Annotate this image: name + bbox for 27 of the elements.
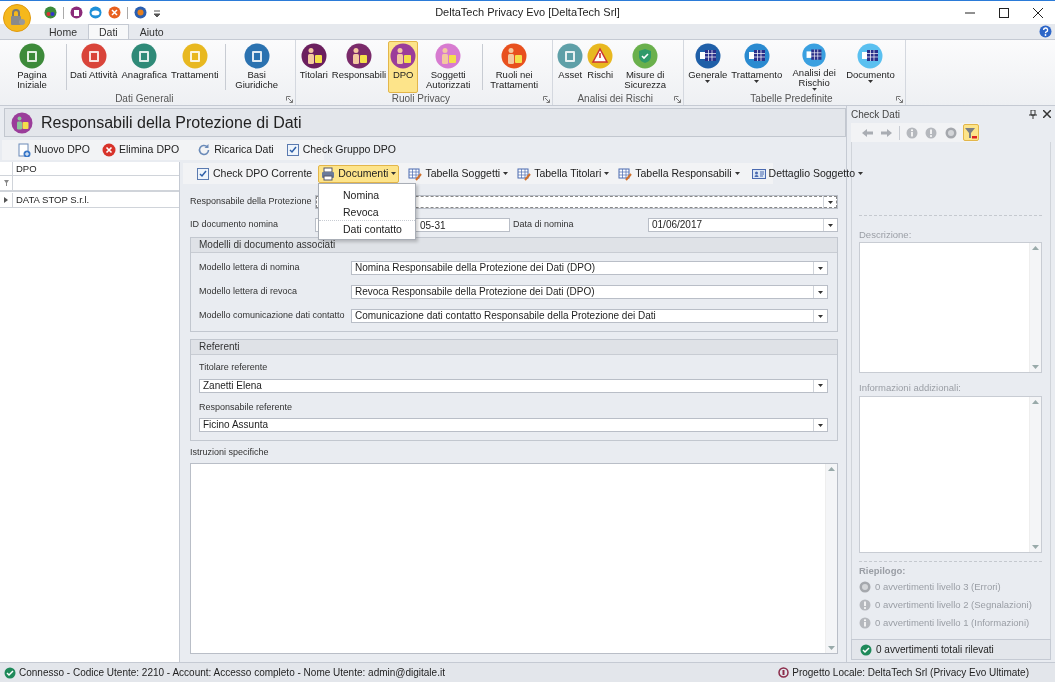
page-title: Responsabili della Protezione di Dati bbox=[41, 112, 302, 133]
group-label: Analisi dei Rischi bbox=[576, 93, 654, 105]
field-label: Responsabile della Protezione bbox=[190, 195, 313, 209]
field-label: Data di nomina bbox=[512, 218, 575, 232]
field-label: Modello lettera di nomina bbox=[199, 261, 301, 275]
status-text: Connesso - Codice Utente: 2210 - Account: Accesso completo - Nome Utente: admin@digitale.it bbox=[19, 666, 445, 680]
field-label: Informazioni addizionali: bbox=[859, 381, 962, 396]
field-label: Descrizione: bbox=[859, 228, 913, 242]
field-label: Titolare referente bbox=[199, 361, 269, 374]
window-title: DeltaTech Privacy Evo [DeltaTech Srl] bbox=[434, 5, 621, 21]
group-title: Referenti bbox=[191, 340, 837, 355]
group-label: Ruoli Privacy bbox=[390, 93, 452, 105]
field-label: Modello lettera di revoca bbox=[199, 285, 299, 299]
field-label: Responsabile referente bbox=[199, 400, 294, 414]
summary-title: Riepilogo: bbox=[859, 563, 907, 578]
field-label: Istruzioni specifiche bbox=[190, 446, 270, 459]
status-text: Progetto Locale: DeltaTech Srl (Privacy Evo Ultimate) bbox=[792, 666, 1029, 680]
status-text: 0 avvertimenti totali rilevati bbox=[876, 643, 994, 657]
summary-text: 0 avvertimenti livello 1 (Informazioni) bbox=[875, 615, 1030, 630]
panel-title: Check Dati bbox=[851, 107, 900, 122]
group-label: Dati Generali bbox=[114, 93, 175, 105]
summary-text: 0 avvertimenti livello 2 (Segnalazioni) bbox=[875, 597, 1032, 612]
field-label: Modello comunicazione dati contatto bbox=[199, 309, 346, 323]
summary-text: 0 avvertimenti livello 3 (Errori) bbox=[875, 579, 1001, 594]
group-label: Tabelle Predefinite bbox=[749, 93, 834, 105]
group-title: Modelli di documento associati bbox=[191, 238, 837, 253]
field-label: ID documento nomina bbox=[190, 218, 280, 232]
